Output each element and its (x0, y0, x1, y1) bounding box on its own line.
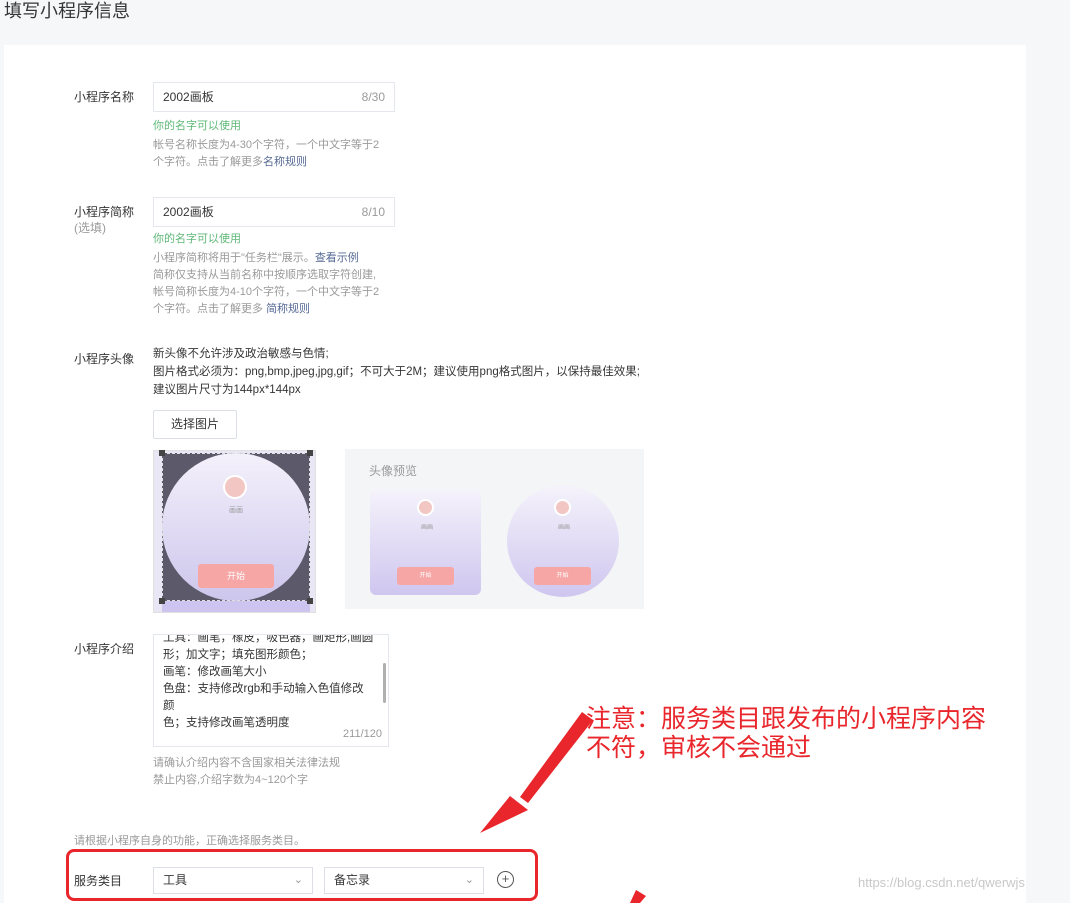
intro-help: 请确认介绍内容不含国家相关法律法规 禁止内容,介绍字数为4~120个字 (153, 755, 340, 789)
intro-help-line1: 请确认介绍内容不含国家相关法律法规 (153, 757, 340, 769)
name-input[interactable]: 2002画板 8/30 (153, 82, 395, 112)
name-counter: 8/30 (361, 90, 385, 104)
name-ok-tip: 你的名字可以使用 (153, 120, 241, 132)
service-hint: 请根据小程序自身的功能，正确选择服务类目。 (74, 835, 305, 847)
annotation-line2: 不符，审核不会通过 (586, 733, 812, 762)
preview-circle-start: 开始 (534, 567, 591, 585)
crop-strip (162, 601, 310, 612)
short-help-line1: 小程序简称将用于"任务栏"展示。 (153, 252, 315, 264)
short-help-line3: 帐号简称长度为4-10个字符，一个中文字等于2 (153, 286, 380, 298)
watermark: https://blog.csdn.net/qwerwjs (858, 875, 1025, 890)
short-name-help: 小程序简称将用于"任务栏"展示。查看示例 简称仅支持从当前名称中按顺序选取字符创… (153, 250, 379, 318)
avatar-rule3: 建议图片尺寸为144px*144px (153, 384, 301, 396)
avatar-label: 小程序头像 (74, 352, 135, 366)
annotation-highlight-box (66, 849, 538, 901)
short-help-line2: 简称仅支持从当前名称中按顺序选取字符创建, (153, 269, 377, 281)
view-example-link[interactable]: 查看示例 (315, 252, 359, 264)
preview-face-icon (417, 499, 434, 516)
crop-dashed-frame (162, 453, 310, 601)
preview-circle-face-icon (554, 499, 571, 516)
avatar-preview-panel: 头像预览 画画 开始 画画 开始 (345, 449, 644, 609)
name-label: 小程序名称 (74, 90, 135, 104)
crop-handle-tr[interactable] (307, 450, 313, 456)
name-help-line1: 帐号名称长度为4-30个字符，一个中文字等于2 (153, 139, 380, 151)
name-rules-link[interactable]: 名称规则 (263, 156, 307, 168)
name-help-line2: 个字符。点击了解更多 (153, 156, 263, 168)
intro-counter: 211/120 (343, 728, 382, 740)
preview-title: 头像预览 (369, 464, 418, 478)
choose-image-button[interactable]: 选择图片 (153, 410, 237, 439)
annotation-line1: 注意：服务类目跟发布的小程序内容 (586, 704, 987, 733)
intro-textarea[interactable]: 工具：画笔，橡皮，吸色器，画矩形,画圆 形；加文字；填充图形颜色； 画笔：修改画… (153, 634, 389, 747)
avatar-crop-area[interactable]: 画画 开始 (153, 450, 316, 613)
short-name-counter: 8/10 (361, 205, 385, 219)
intro-line: 画笔：修改画笔大小 (163, 666, 267, 678)
short-name-rules-link[interactable]: 简称规则 (266, 303, 310, 315)
preview-square-label: 画画 (421, 525, 434, 531)
preview-circle: 画画 开始 (507, 485, 619, 597)
short-name-optional: (选填) (74, 221, 106, 235)
intro-help-line2: 禁止内容,介绍字数为4~120个字 (153, 774, 308, 786)
name-help: 帐号名称长度为4-30个字符，一个中文字等于2 个字符。点击了解更多名称规则 (153, 137, 379, 171)
crop-handle-br[interactable] (307, 598, 313, 604)
avatar-rule2: 图片格式必须为：png,bmp,jpeg,jpg,gif；不可大于2M；建议使用… (153, 366, 640, 378)
preview-square-start: 开始 (397, 567, 454, 585)
crop-handle-bl[interactable] (159, 598, 165, 604)
short-name-ok-tip: 你的名字可以使用 (153, 233, 241, 245)
page-title: 填写小程序信息 (4, 1, 130, 21)
crop-handle-tl[interactable] (159, 450, 165, 456)
avatar-rules: 新头像不允许涉及政治敏感与色情; 图片格式必须为：png,bmp,jpeg,jp… (153, 345, 640, 399)
short-help-line4: 个字符。点击了解更多 (153, 303, 267, 315)
intro-line: 工具：画笔，橡皮，吸色器，画矩形,画圆 (163, 634, 374, 644)
avatar-rule1: 新头像不允许涉及政治敏感与色情; (153, 348, 329, 360)
name-input-value: 2002画板 (163, 90, 214, 104)
preview-square: 画画 开始 (370, 489, 481, 595)
short-name-input-value: 2002画板 (163, 205, 214, 219)
intro-line: 色盘：支持修改rgb和手动输入色值修改颜 (163, 683, 364, 712)
annotation-note: 注意：服务类目跟发布的小程序内容 不符，审核不会通过 (586, 704, 986, 762)
preview-circle-label: 画画 (558, 525, 571, 531)
intro-text: 工具：画笔，橡皮，吸色器，画矩形,画圆 形；加文字；填充图形颜色； 画笔：修改画… (163, 634, 375, 732)
intro-label: 小程序介绍 (74, 642, 135, 656)
short-name-input[interactable]: 2002画板 8/10 (153, 197, 395, 227)
intro-scrollbar[interactable] (383, 663, 386, 703)
intro-line: 形；加文字；填充图形颜色； (163, 649, 313, 661)
